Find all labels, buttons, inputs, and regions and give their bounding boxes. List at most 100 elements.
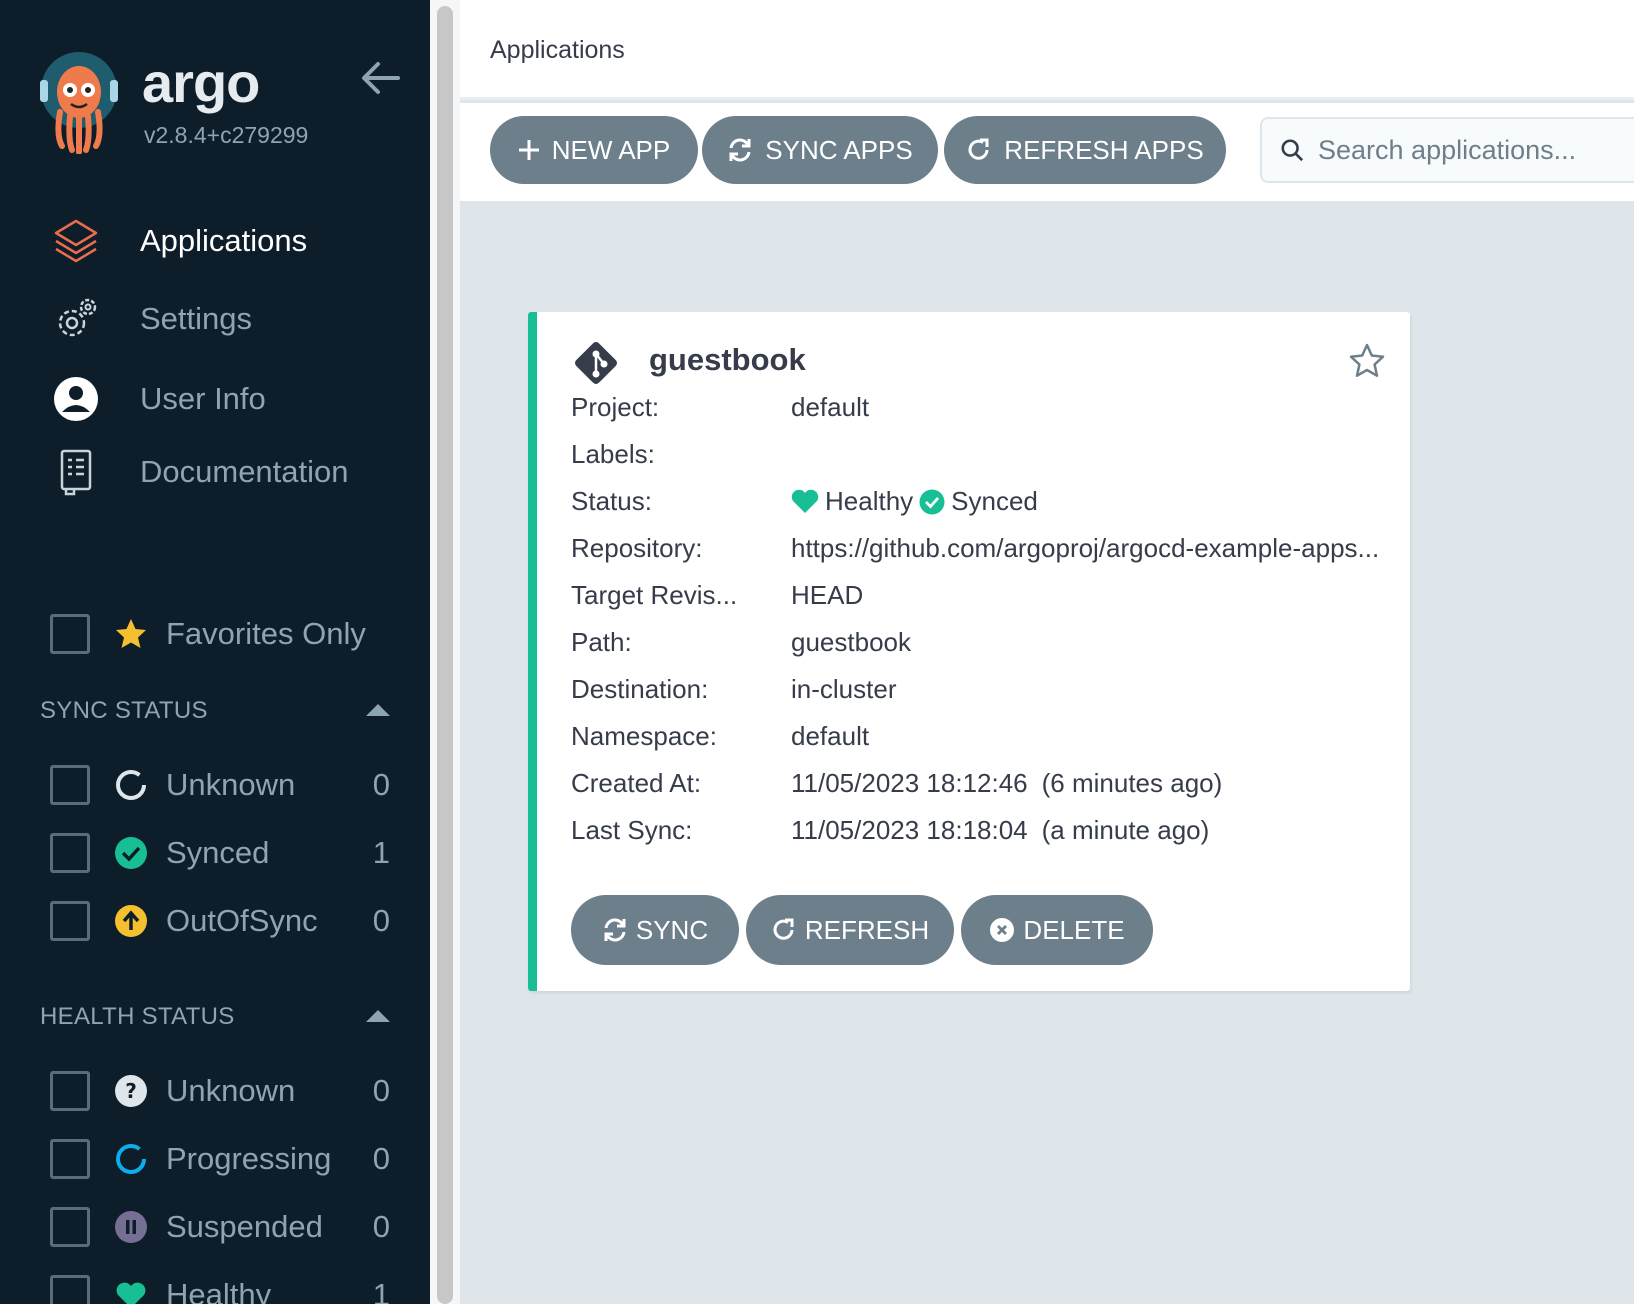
button-label: DELETE: [1023, 914, 1125, 945]
top-bar: Applications: [460, 0, 1634, 100]
version-label: v2.8.4+c279299: [144, 122, 309, 148]
sidebar-scrollbar-thumb[interactable]: [437, 6, 453, 1304]
sync-filter-synced[interactable]: Synced 1: [50, 830, 390, 876]
delete-button[interactable]: DELETE: [961, 895, 1153, 965]
collapse-sidebar-arrow-icon[interactable]: [360, 60, 400, 96]
app-card-guestbook[interactable]: guestbook Project: default Labels: Statu…: [528, 312, 1410, 991]
nav-label: Documentation: [140, 454, 349, 489]
sync-apps-button[interactable]: SYNC APPS: [702, 116, 938, 184]
relative-time: (a minute ago): [1041, 815, 1210, 845]
field-key: Labels:: [571, 439, 655, 469]
new-app-button[interactable]: NEW APP: [490, 116, 698, 184]
health-status-title: HEALTH STATUS: [40, 1003, 235, 1030]
checkbox[interactable]: [50, 1071, 90, 1111]
refresh-button[interactable]: REFRESH: [746, 895, 954, 965]
filter-label: Unknown: [166, 767, 296, 802]
pause-circle-icon: [114, 1210, 148, 1244]
field-key: Created At:: [571, 768, 702, 798]
sync-button[interactable]: SYNC: [571, 895, 739, 965]
search-box[interactable]: [1260, 117, 1634, 183]
checkbox[interactable]: [50, 833, 90, 873]
health-filter-suspended[interactable]: Suspended 0: [50, 1204, 390, 1250]
nav-applications[interactable]: Applications: [0, 206, 430, 276]
search-icon: [1281, 139, 1304, 162]
nav-label: Applications: [140, 223, 308, 258]
field-value: guestbook: [791, 627, 911, 657]
toolbar: NEW APP SYNC APPS REFRESH APPS: [460, 103, 1634, 201]
sync-filter-unknown[interactable]: Unknown 0: [50, 762, 390, 808]
filter-label: Unknown: [166, 1073, 296, 1108]
caret-up-icon[interactable]: [364, 702, 392, 718]
filter-count: 0: [372, 767, 390, 802]
field-key: Path:: [571, 627, 632, 657]
circle-notch-icon: [114, 1142, 148, 1176]
checkbox[interactable]: [50, 1207, 90, 1247]
field-key: Status:: [571, 486, 652, 516]
field-value: HEAD: [791, 580, 864, 610]
nav-label: User Info: [140, 381, 266, 416]
filter-count: 0: [372, 903, 390, 938]
checkbox[interactable]: [50, 1275, 90, 1304]
app-name[interactable]: guestbook: [649, 342, 806, 378]
search-input[interactable]: [1318, 134, 1634, 166]
health-filter-progressing[interactable]: Progressing 0: [50, 1136, 390, 1182]
field-destination: Destination: in-cluster: [571, 674, 1411, 710]
button-label: SYNC: [635, 914, 709, 945]
favorites-checkbox[interactable]: [50, 614, 90, 654]
health-status: Healthy: [825, 486, 914, 516]
field-repository: Repository: https://github.com/argoproj/…: [571, 533, 1411, 569]
nav-user-info[interactable]: User Info: [0, 364, 430, 434]
nav-settings[interactable]: Settings: [0, 284, 430, 354]
sync-icon: [604, 918, 626, 942]
checkbox[interactable]: [50, 901, 90, 941]
document-icon: [52, 448, 100, 496]
field-value: default: [791, 392, 870, 422]
field-value: in-cluster: [791, 674, 897, 704]
refresh-apps-button[interactable]: REFRESH APPS: [944, 116, 1226, 184]
field-value: default: [791, 721, 870, 751]
sync-filter-outofsync[interactable]: OutOfSync 0: [50, 898, 390, 944]
filter-label: OutOfSync: [166, 903, 318, 938]
sync-status: Synced: [951, 486, 1038, 516]
relative-time: (6 minutes ago): [1041, 768, 1223, 798]
filter-count: 1: [372, 1277, 390, 1304]
redo-icon: [773, 918, 794, 940]
field-created-at: Created At: 11/05/2023 18:12:46 (6 minut…: [571, 768, 1411, 804]
brand-name: argo: [142, 51, 260, 114]
field-last-sync: Last Sync: 11/05/2023 18:18:04 (a minute…: [571, 815, 1411, 851]
filter-count: 0: [372, 1073, 390, 1108]
layers-icon: [52, 217, 100, 265]
sync-status-title: SYNC STATUS: [40, 697, 208, 724]
sidebar: argo v2.8.4+c279299 Applications Setting…: [0, 0, 430, 1304]
health-filter-healthy[interactable]: Healthy 1: [50, 1272, 390, 1304]
checkbox[interactable]: [50, 1139, 90, 1179]
filter-label: Synced: [166, 835, 270, 870]
git-icon: [575, 342, 617, 384]
field-value: 11/05/2023 18:18:04 (a minute ago): [791, 815, 1209, 846]
filter-count: 1: [372, 835, 390, 870]
question-circle-icon: ?: [114, 1074, 148, 1108]
caret-up-icon[interactable]: [364, 1008, 392, 1024]
user-circle-icon: [52, 375, 100, 423]
field-value: 11/05/2023 18:12:46 (6 minutes ago): [791, 768, 1222, 799]
field-key: Last Sync:: [571, 815, 693, 845]
heart-icon: [114, 1278, 148, 1304]
filter-count: 0: [372, 1141, 390, 1176]
plus-icon: [518, 140, 539, 160]
star-outline-icon[interactable]: [1348, 342, 1386, 380]
nav-label: Settings: [140, 301, 253, 336]
filter-label: Suspended: [166, 1209, 323, 1244]
svg-text:?: ?: [125, 1079, 137, 1103]
field-key: Project:: [571, 392, 660, 422]
circle-notch-icon: [114, 768, 148, 802]
nav-documentation[interactable]: Documentation: [0, 437, 430, 507]
favorites-only-filter[interactable]: Favorites Only: [50, 614, 366, 654]
argo-logo-icon: [40, 52, 118, 154]
heart-icon: [791, 489, 819, 513]
health-filter-unknown[interactable]: ? Unknown 0: [50, 1068, 390, 1114]
field-namespace: Namespace: default: [571, 721, 1411, 757]
sync-icon: [729, 138, 751, 162]
checkbox[interactable]: [50, 765, 90, 805]
page-title: Applications: [490, 36, 625, 64]
field-key: Target Revis...: [571, 580, 738, 610]
